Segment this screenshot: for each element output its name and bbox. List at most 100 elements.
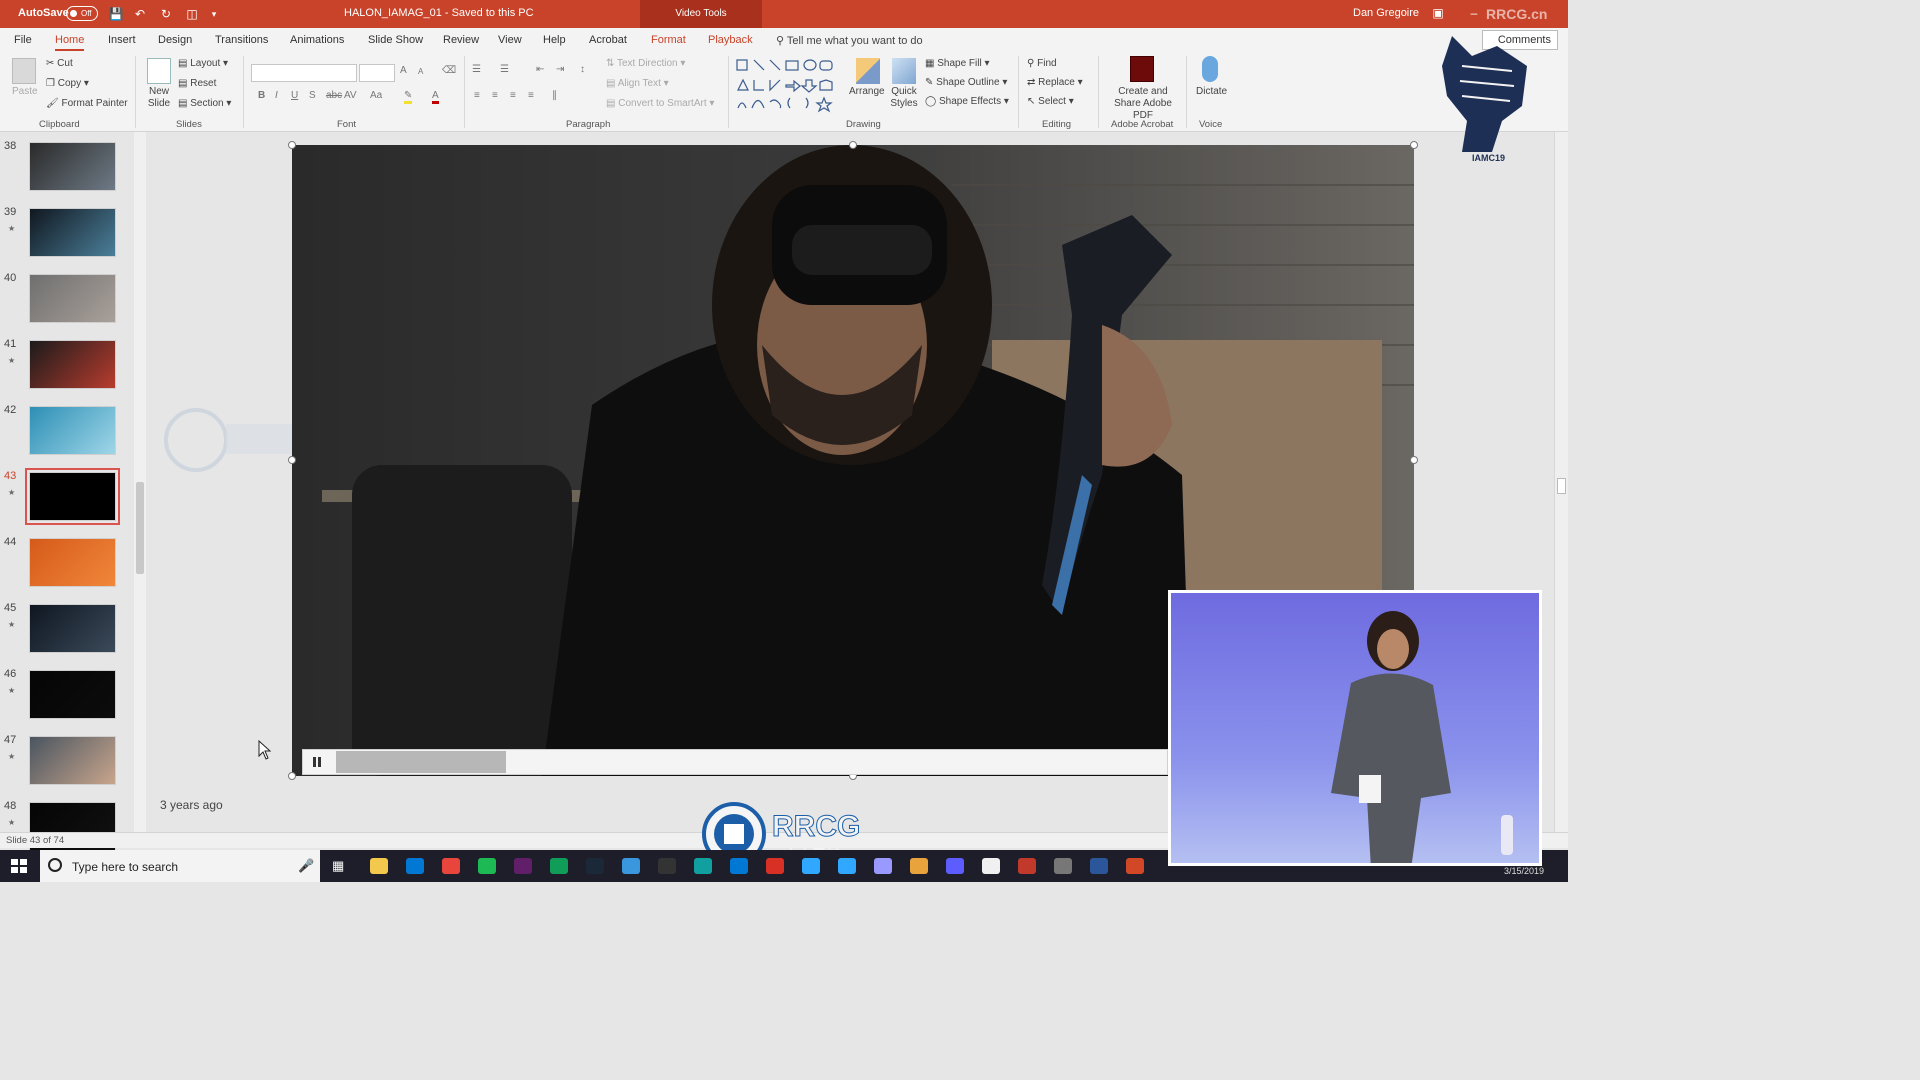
font-size-combo[interactable] bbox=[359, 64, 395, 82]
shape-outline-button[interactable]: ✎ Shape Outline ▾ bbox=[925, 77, 1007, 88]
outlook-icon[interactable] bbox=[406, 858, 424, 874]
tab-home[interactable]: Home bbox=[55, 34, 85, 51]
steam-icon[interactable] bbox=[586, 858, 604, 874]
resize-handle[interactable] bbox=[1410, 456, 1418, 464]
grow-font-button[interactable]: A bbox=[400, 65, 407, 76]
tab-help[interactable]: Help bbox=[543, 34, 566, 46]
slide-thumbnail[interactable] bbox=[29, 208, 116, 257]
photoshop-icon[interactable] bbox=[802, 858, 820, 874]
resize-handle[interactable] bbox=[849, 141, 857, 149]
line-spacing-icon[interactable]: ↕ bbox=[580, 64, 585, 75]
replace-button[interactable]: ⇄ Replace ▾ bbox=[1027, 77, 1083, 88]
text-direction-button[interactable]: ⇅ Text Direction ▾ bbox=[606, 58, 685, 69]
tab-file[interactable]: File bbox=[14, 34, 32, 46]
premiere-icon[interactable] bbox=[874, 858, 892, 874]
char-spacing-button[interactable]: AV bbox=[344, 90, 357, 101]
user-name[interactable]: Dan Gregoire bbox=[1353, 7, 1419, 19]
tab-slide-show[interactable]: Slide Show bbox=[368, 34, 423, 46]
slide-thumbnail[interactable] bbox=[29, 142, 116, 191]
font-color-button[interactable]: A bbox=[432, 90, 439, 104]
cut-button[interactable]: ✂ Cut bbox=[46, 58, 73, 69]
undo-icon[interactable]: ↶ bbox=[132, 6, 148, 22]
tab-review[interactable]: Review bbox=[443, 34, 479, 46]
pause-button[interactable] bbox=[310, 755, 324, 769]
redo-icon[interactable]: ↻ bbox=[158, 6, 174, 22]
italic-button[interactable]: I bbox=[275, 90, 278, 101]
arrange-icon[interactable] bbox=[856, 58, 880, 84]
highlight-icon[interactable]: ✎ bbox=[404, 90, 413, 104]
slide-thumbnail[interactable] bbox=[29, 340, 116, 389]
resize-handle[interactable] bbox=[288, 456, 296, 464]
dictate-button[interactable]: Dictate bbox=[1196, 86, 1227, 97]
davinci-icon[interactable] bbox=[1018, 858, 1036, 874]
tab-view[interactable]: View bbox=[498, 34, 522, 46]
task-view-icon[interactable]: ▦ bbox=[332, 858, 344, 874]
strikethrough-icon[interactable]: abc bbox=[326, 90, 342, 101]
slide-thumbnail[interactable] bbox=[29, 604, 116, 653]
find-button[interactable]: ⚲ Find bbox=[1027, 58, 1057, 69]
microphone-icon[interactable]: 🎤 bbox=[298, 858, 314, 874]
tab-acrobat[interactable]: Acrobat bbox=[589, 34, 627, 46]
tab-insert[interactable]: Insert bbox=[108, 34, 136, 46]
tab-format[interactable]: Format bbox=[651, 34, 686, 46]
paste-icon[interactable] bbox=[12, 58, 36, 84]
app2-icon[interactable] bbox=[1054, 858, 1072, 874]
quick-styles-button[interactable]: Quick Styles bbox=[888, 86, 920, 110]
file-explorer-icon[interactable] bbox=[370, 858, 388, 874]
video-progress-track[interactable] bbox=[336, 751, 1166, 773]
justify-icon[interactable]: ≡ bbox=[528, 90, 534, 101]
new-slide-icon[interactable] bbox=[147, 58, 171, 84]
align-center-icon[interactable]: ≡ bbox=[492, 90, 498, 101]
shape-fill-button[interactable]: ▦ Shape Fill ▾ bbox=[925, 58, 990, 69]
new-slide-button[interactable]: New Slide bbox=[146, 86, 172, 110]
shadow-button[interactable]: S bbox=[309, 90, 316, 101]
paste-button[interactable]: Paste bbox=[12, 86, 38, 97]
format-painter-button[interactable]: 🖌 Format Painter bbox=[46, 98, 128, 109]
align-right-icon[interactable]: ≡ bbox=[510, 90, 516, 101]
ribbon-display-icon[interactable]: ▣ bbox=[1428, 4, 1448, 22]
app-icon[interactable] bbox=[946, 858, 964, 874]
microphone-icon[interactable] bbox=[1202, 56, 1218, 82]
maya-icon[interactable] bbox=[694, 858, 712, 874]
convert-smartart-button[interactable]: ▤ Convert to SmartArt ▾ bbox=[606, 98, 714, 109]
speaker-notes[interactable]: 3 years ago bbox=[160, 798, 223, 812]
chrome-icon[interactable] bbox=[442, 858, 460, 874]
tab-playback[interactable]: Playback bbox=[708, 34, 753, 46]
align-left-icon[interactable]: ≡ bbox=[474, 90, 480, 101]
bullets-icon[interactable]: ☰ bbox=[472, 64, 481, 75]
blender-icon[interactable] bbox=[982, 858, 1000, 874]
arrange-button[interactable]: Arrange bbox=[849, 86, 885, 97]
customize-qat-icon[interactable]: ▾ bbox=[206, 6, 222, 22]
spotify-icon[interactable] bbox=[478, 858, 496, 874]
resize-handle[interactable] bbox=[288, 772, 296, 780]
slide-thumbnail[interactable] bbox=[29, 670, 116, 719]
scroll-thumb[interactable] bbox=[136, 482, 144, 574]
save-icon[interactable]: 💾 bbox=[108, 6, 124, 22]
shrink-font-button[interactable]: A bbox=[418, 67, 423, 76]
slide-thumbnail[interactable] bbox=[29, 538, 116, 587]
lightroom-icon[interactable] bbox=[838, 858, 856, 874]
acrobat-icon[interactable] bbox=[766, 858, 784, 874]
windows-start-icon[interactable] bbox=[10, 858, 28, 874]
decrease-indent-icon[interactable]: ⇤ bbox=[536, 64, 544, 75]
adobe-pdf-icon[interactable] bbox=[1130, 56, 1154, 82]
slide-thumbnail[interactable] bbox=[29, 406, 116, 455]
bridge-icon[interactable] bbox=[910, 858, 928, 874]
slide-scrollbar[interactable] bbox=[1554, 132, 1568, 832]
underline-button[interactable]: U bbox=[291, 90, 298, 101]
quick-styles-icon[interactable] bbox=[892, 58, 916, 84]
slide-thumbnail[interactable] bbox=[29, 274, 116, 323]
tab-animations[interactable]: Animations bbox=[290, 34, 344, 46]
tab-transitions[interactable]: Transitions bbox=[215, 34, 268, 46]
shape-effects-button[interactable]: ◯ Shape Effects ▾ bbox=[925, 96, 1009, 107]
start-slideshow-icon[interactable]: ◫ bbox=[184, 6, 200, 22]
copy-button[interactable]: ❐ Copy ▾ bbox=[46, 78, 89, 89]
network-icon[interactable] bbox=[622, 858, 640, 874]
change-case-button[interactable]: Aa bbox=[370, 90, 382, 101]
shapes-gallery[interactable] bbox=[734, 58, 844, 114]
resize-handle[interactable] bbox=[288, 141, 296, 149]
slide-thumbnail[interactable] bbox=[25, 468, 120, 525]
columns-icon[interactable]: ∥ bbox=[552, 90, 557, 101]
reset-button[interactable]: ▤ Reset bbox=[178, 78, 216, 89]
epic-icon[interactable] bbox=[658, 858, 676, 874]
